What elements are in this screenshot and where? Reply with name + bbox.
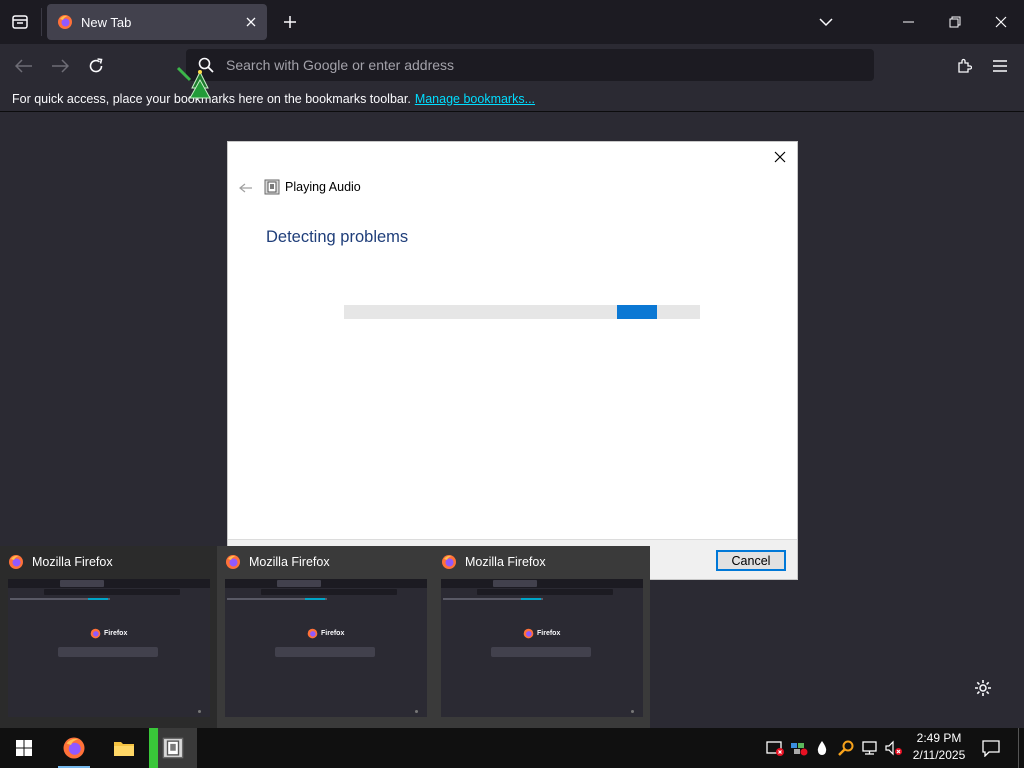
system-clock[interactable]: 2:49 PM 2/11/2025	[908, 730, 970, 766]
firefox-icon	[442, 555, 456, 569]
url-input[interactable]	[226, 57, 826, 73]
tab-bar: New Tab	[0, 0, 1024, 44]
taskbar-previews: Mozilla Firefox Firefox Mozilla Firefox …	[0, 546, 650, 728]
volume-muted-icon[interactable]	[884, 738, 904, 758]
troubleshooter-icon	[264, 179, 280, 195]
dialog-app-title: Playing Audio	[285, 180, 361, 194]
chevron-down-icon[interactable]	[815, 11, 837, 33]
thumb-logo-text: Firefox	[104, 630, 128, 637]
tab-title: New Tab	[81, 14, 132, 30]
windows-taskbar: 2:49 PM 2/11/2025	[0, 728, 1024, 768]
taskbar-file-explorer[interactable]	[100, 728, 148, 768]
firefox-icon	[226, 555, 240, 569]
thumb-logo-text: Firefox	[321, 630, 345, 637]
window-preview[interactable]: Mozilla Firefox Firefox	[433, 546, 650, 728]
minimize-button[interactable]	[886, 0, 932, 44]
new-tab-button[interactable]	[279, 11, 301, 33]
search-key-icon[interactable]	[836, 738, 856, 758]
address-bar[interactable]	[186, 49, 874, 81]
close-tab-icon[interactable]	[241, 12, 261, 32]
start-button[interactable]	[0, 728, 48, 768]
window-preview[interactable]: Mozilla Firefox Firefox	[0, 546, 217, 728]
troubleshooter-dialog: Playing Audio Detecting problems Cancel	[227, 141, 798, 580]
reload-icon[interactable]	[82, 52, 110, 80]
network-icon[interactable]	[860, 738, 880, 758]
tab-new-tab[interactable]: New Tab	[47, 4, 267, 40]
firefox-icon	[58, 15, 72, 29]
forward-arrow-icon[interactable]	[46, 52, 74, 80]
firefox-icon	[9, 555, 23, 569]
cancel-button[interactable]: Cancel	[716, 550, 786, 571]
restore-button[interactable]	[932, 0, 978, 44]
taskbar-troubleshooter[interactable]	[149, 728, 197, 768]
tab-separator	[41, 8, 42, 36]
start-icon	[16, 740, 32, 756]
preview-title: Mozilla Firefox	[441, 552, 546, 572]
network-sharing-icon[interactable]	[789, 738, 809, 758]
preview-thumbnail: Firefox	[441, 579, 643, 717]
thumb-logo-text: Firefox	[537, 630, 561, 637]
show-desktop-button[interactable]	[1018, 728, 1024, 768]
clock-time: 2:49 PM	[916, 731, 962, 745]
navigation-toolbar	[0, 44, 1024, 86]
preview-thumbnail: Firefox	[8, 579, 210, 717]
troubleshooter-icon	[162, 737, 184, 759]
manage-bookmarks-link[interactable]: Manage bookmarks...	[415, 92, 535, 106]
window-preview[interactable]: Mozilla Firefox Firefox	[217, 546, 434, 728]
gear-icon[interactable]	[972, 677, 994, 699]
preview-title-text: Mozilla Firefox	[32, 555, 113, 569]
dialog-heading: Detecting problems	[266, 228, 409, 246]
close-icon[interactable]	[769, 146, 791, 168]
clock-date: 2/11/2025	[912, 748, 966, 762]
security-alert-icon[interactable]	[765, 738, 785, 758]
firefox-view-icon[interactable]	[8, 10, 32, 34]
extensions-icon[interactable]	[950, 52, 978, 80]
back-arrow-icon[interactable]	[236, 180, 256, 196]
back-arrow-icon[interactable]	[10, 52, 38, 80]
hamburger-menu-icon[interactable]	[986, 52, 1014, 80]
preview-title: Mozilla Firefox	[8, 552, 113, 572]
preview-thumbnail: Firefox	[225, 579, 427, 717]
taskbar-firefox[interactable]	[50, 728, 98, 768]
progress-indicator	[617, 305, 657, 319]
close-window-button[interactable]	[978, 0, 1024, 44]
preview-title-text: Mozilla Firefox	[249, 555, 330, 569]
firefox-icon	[63, 737, 85, 759]
mouse-cursor-icon	[176, 66, 211, 99]
progress-bar	[344, 305, 700, 319]
preview-title: Mozilla Firefox	[225, 552, 330, 572]
droplet-icon[interactable]	[812, 738, 832, 758]
preview-title-text: Mozilla Firefox	[465, 555, 546, 569]
bookmarks-toolbar: For quick access, place your bookmarks h…	[0, 86, 1024, 112]
notification-center-icon[interactable]	[978, 736, 1004, 760]
file-explorer-icon	[114, 742, 134, 756]
